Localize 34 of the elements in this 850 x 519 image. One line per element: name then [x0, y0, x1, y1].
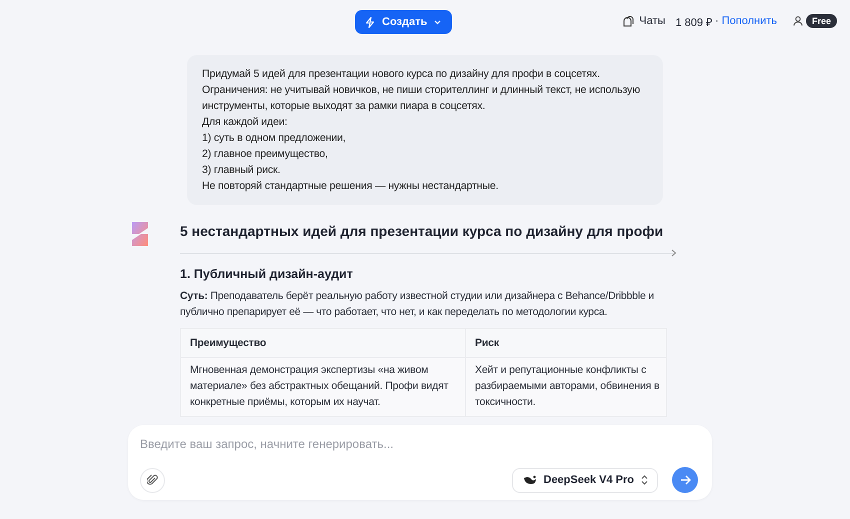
message-line: инструменты, которые выходят за рамки пиара в соцсетях.: [202, 99, 486, 114]
chat-bubbles-icon: [623, 16, 634, 26]
message-line: 3) главный риск.: [202, 163, 282, 178]
whale-icon: [522, 475, 536, 485]
arrow-right-icon: [680, 475, 690, 485]
user-icon[interactable]: [792, 16, 803, 26]
message-line: Ограничения: не учитывай новичков, не пиши сторителлинг и длинный текст, не использую: [202, 83, 641, 98]
balance-amount: 1 809 ₽: [675, 16, 712, 28]
table-cell: Мгновенная демонстрация экспертизы «на живом материале» без абстрактных обещаний. Профи видят конкретные приёмы, которым их научат.: [180, 358, 466, 416]
model-selector[interactable]: DeepSeek V4 Pro: [512, 468, 658, 492]
chevron-down-icon: [434, 20, 442, 24]
column-header: Риск: [466, 328, 666, 358]
summary-paragraph: Суть: Преподаватель берёт реальную работу известной студии или дизайнера с Behance/Dribbble и публично препарирует её — что работает, что нет, и как переделать по методологии курса.: [180, 289, 655, 320]
message-line: 1) суть в одном предложении,: [202, 131, 347, 146]
table-cell: Хейт и репутационные конфликты с разбираемыми авторами, обвинения в токсичности.: [466, 358, 666, 416]
prompt-input[interactable]: Введите ваш запрос, начните генерировать...: [140, 435, 698, 453]
section-heading: 1. Публичный дизайн-аудит: [180, 266, 354, 283]
top-up-link[interactable]: Пополнить: [722, 15, 777, 27]
message-line: Для каждой идеи:: [202, 115, 288, 130]
plan-badge: Free: [806, 14, 837, 28]
chats-button[interactable]: Чаты: [623, 15, 666, 27]
answer-title: 5 нестандартных идей для презентации курса по дизайну для профи: [180, 222, 664, 240]
message-line: Придумай 5 идей для презентации нового курса по дизайну для профи в соцсетях.: [202, 67, 601, 82]
send-button[interactable]: [672, 467, 698, 493]
assistant-logo-icon: [130, 222, 150, 246]
chevron-right-icon[interactable]: [671, 249, 677, 257]
up-down-chevron-icon: [641, 475, 648, 485]
paperclip-icon: [147, 474, 158, 486]
message-line: 2) главное преимущество,: [202, 147, 329, 162]
create-button[interactable]: Создать: [355, 10, 452, 34]
message-line: Не повторяй стандартные решения — нужны нестандартные.: [202, 179, 500, 194]
separator-dot: ·: [715, 15, 719, 27]
column-header: Преимущество: [180, 328, 466, 358]
attach-button[interactable]: [140, 468, 165, 492]
